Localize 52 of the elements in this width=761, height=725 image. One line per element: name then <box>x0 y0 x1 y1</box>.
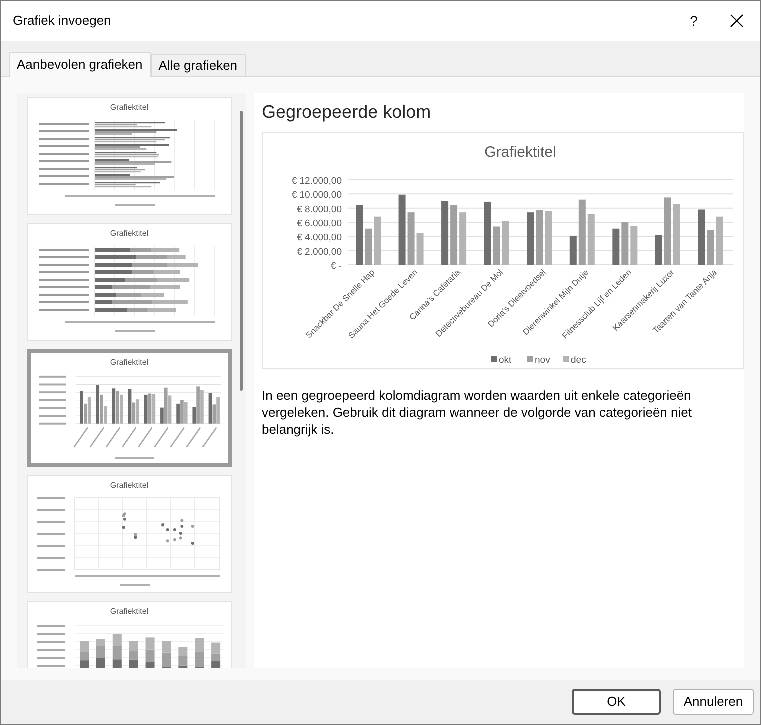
column-bar <box>673 204 680 265</box>
tab[interactable]: Alle grafieken <box>150 54 246 76</box>
column-bar <box>588 214 595 265</box>
chart-title: Grafiektitel <box>484 144 556 161</box>
column-bar <box>545 211 552 265</box>
chart-option-thumbnail[interactable]: Grafiektitel <box>27 223 232 341</box>
y-axis-label: € 8.000,00 <box>297 204 342 216</box>
column-bar <box>527 212 534 265</box>
column-bar <box>356 206 363 265</box>
y-axis-label: € 4.000,00 <box>297 232 342 244</box>
y-axis-label: € 2.000,00 <box>297 246 342 258</box>
help-button[interactable]: ? <box>674 1 714 41</box>
column-bar <box>570 236 577 265</box>
chart-option-thumbnail[interactable]: Grafiektitel <box>27 97 232 215</box>
column-bar <box>536 210 544 265</box>
y-axis-label: € - <box>330 261 342 272</box>
column-bar <box>398 194 406 265</box>
chart-type-heading: Gegroepeerde kolom <box>262 101 432 124</box>
column-bar <box>484 202 492 265</box>
column-bar <box>622 222 629 265</box>
scrollbar[interactable] <box>240 111 243 391</box>
column-bar <box>655 235 662 265</box>
window-title: Grafiek invoegen <box>13 12 112 30</box>
y-axis-label: € 12.000,00 <box>292 176 342 187</box>
column-bar <box>698 210 706 265</box>
column-bar <box>612 228 620 265</box>
column-bar <box>442 201 449 265</box>
column-bar <box>664 198 672 265</box>
chart-description: In een gegroepeerd kolomdiagram worden waarden uit enkele categorieën vergeleken. Gebruik dit diagram wanneer de volgorde van categorieën niet belangrijk is. <box>262 387 693 438</box>
column-bar <box>416 233 424 265</box>
column-bar <box>578 200 586 265</box>
column-bar <box>460 212 467 265</box>
legend-label: okt <box>499 355 512 366</box>
chart-option-thumbnail[interactable]: Grafiektitel <box>27 349 232 467</box>
tab[interactable]: Aanbevolen grafieken <box>9 52 151 77</box>
legend-label: dec <box>571 355 586 366</box>
column-bar <box>630 226 638 265</box>
chart-option-thumbnail[interactable]: Grafiektitel <box>27 601 232 668</box>
dialog-button[interactable]: OK <box>572 689 661 715</box>
column-bar <box>707 230 714 265</box>
chart-option-thumbnail[interactable]: Grafiektitel <box>27 475 232 593</box>
column-bar <box>450 206 458 265</box>
dialog-button[interactable]: Annuleren <box>673 689 754 715</box>
column-bar <box>374 216 381 265</box>
column-bar <box>716 216 724 265</box>
column-bar <box>365 228 372 265</box>
legend-label: nov <box>535 355 550 366</box>
y-axis-label: € 6.000,00 <box>297 218 342 230</box>
y-axis-label: € 10.000,00 <box>292 190 342 202</box>
column-bar <box>493 226 500 265</box>
column-bar <box>502 221 510 265</box>
column-bar <box>408 212 415 265</box>
